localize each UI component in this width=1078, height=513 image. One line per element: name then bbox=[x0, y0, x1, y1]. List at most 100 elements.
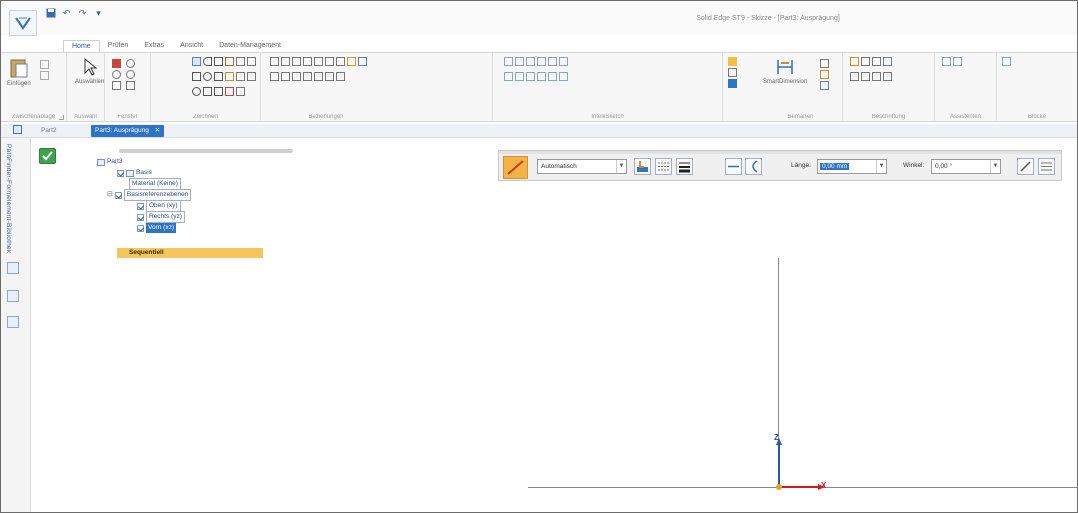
intellisketch-5-icon[interactable] bbox=[548, 57, 557, 66]
cut-icon[interactable] bbox=[40, 60, 49, 69]
intellisketch-12-icon[interactable] bbox=[559, 72, 568, 81]
parallel-icon[interactable] bbox=[303, 57, 312, 66]
construction-icon[interactable] bbox=[214, 87, 223, 96]
zoom-icon[interactable] bbox=[112, 70, 121, 79]
coordinate-icon[interactable] bbox=[820, 81, 829, 90]
app-logo-icon[interactable] bbox=[9, 10, 37, 36]
extend-icon[interactable] bbox=[236, 72, 245, 81]
fit-icon[interactable] bbox=[112, 81, 121, 90]
intellisketch-11-icon[interactable] bbox=[548, 72, 557, 81]
relate-row-1 bbox=[269, 56, 368, 67]
assistant-2-icon[interactable] bbox=[953, 57, 962, 66]
snap-icon[interactable] bbox=[728, 79, 737, 88]
offset-icon[interactable] bbox=[236, 57, 245, 66]
sketch-view-icon[interactable] bbox=[126, 81, 135, 90]
relation-handles-icon[interactable] bbox=[303, 72, 312, 81]
draw-row-1 bbox=[191, 56, 257, 67]
intellisketch-1-icon[interactable] bbox=[504, 57, 513, 66]
select-label: Auswählen bbox=[75, 79, 105, 85]
intellisketch-10-icon[interactable] bbox=[537, 72, 546, 81]
window-title: Solid Edge ST9 - Skizze - [Part3: Ausprä… bbox=[696, 15, 840, 22]
doc-tab-part2[interactable]: Part2 bbox=[37, 125, 61, 137]
relate-more-icon[interactable] bbox=[336, 72, 345, 81]
paste-icon bbox=[10, 59, 28, 78]
rigid-icon[interactable] bbox=[281, 72, 290, 81]
smart-dimension-button[interactable]: SmartDimension bbox=[763, 57, 807, 85]
text-icon[interactable] bbox=[872, 57, 881, 66]
connect-icon[interactable] bbox=[270, 57, 279, 66]
intellisketch-row-2 bbox=[503, 71, 569, 82]
intellisketch-7-icon[interactable] bbox=[504, 72, 513, 81]
filter-icon[interactable] bbox=[728, 68, 737, 77]
block-icon[interactable] bbox=[1002, 57, 1011, 66]
select-button[interactable]: Auswählen bbox=[75, 57, 104, 85]
pan-icon[interactable] bbox=[112, 59, 121, 68]
intellisketch-6-icon[interactable] bbox=[559, 57, 568, 66]
balloon-icon[interactable] bbox=[861, 57, 870, 66]
project-icon[interactable] bbox=[247, 57, 256, 66]
perpendicular-icon[interactable] bbox=[325, 57, 334, 66]
paste-button[interactable]: Einfügen bbox=[7, 57, 31, 87]
intellisketch-options bbox=[727, 56, 738, 89]
equal-icon[interactable] bbox=[270, 72, 279, 81]
split-icon[interactable] bbox=[247, 72, 256, 81]
draw-row-2 bbox=[191, 71, 257, 82]
view-tools bbox=[111, 58, 122, 91]
intellisketch-4-icon[interactable] bbox=[537, 57, 546, 66]
group-intellisketch: IntelliSketch bbox=[493, 53, 737, 122]
circle-icon[interactable] bbox=[203, 72, 212, 81]
copy-icon[interactable] bbox=[40, 71, 49, 80]
point-icon[interactable] bbox=[203, 87, 212, 96]
polygon-icon[interactable] bbox=[214, 72, 223, 81]
weld-icon[interactable] bbox=[861, 72, 870, 81]
document-tab-bar: Part2 Part3: Ausprägung ✕ bbox=[1, 124, 1077, 138]
lock-icon[interactable] bbox=[347, 57, 356, 66]
group-clipboard: Einfügen Zwischenablage bbox=[1, 53, 67, 122]
rotate-icon[interactable] bbox=[126, 59, 135, 68]
graphics-window[interactable]: Z X bbox=[31, 138, 1077, 512]
intellisketch-3-icon[interactable] bbox=[526, 57, 535, 66]
ellipse-icon[interactable] bbox=[192, 87, 201, 96]
curve-icon[interactable] bbox=[214, 57, 223, 66]
close-icon[interactable]: ✕ bbox=[155, 127, 160, 134]
intellisketch-9-icon[interactable] bbox=[526, 72, 535, 81]
solid-edge-window: ↶ ↷ ▾ Solid Edge ST9 - Skizze - [Part3: … bbox=[0, 0, 1078, 513]
collinear-icon[interactable] bbox=[336, 57, 345, 66]
fillet-icon[interactable] bbox=[225, 57, 234, 66]
mirror-icon[interactable] bbox=[236, 87, 245, 96]
angle-dim-icon[interactable] bbox=[820, 70, 829, 79]
tangent-icon[interactable] bbox=[314, 57, 323, 66]
library-icon[interactable] bbox=[7, 290, 19, 302]
bulb-icon[interactable] bbox=[728, 57, 737, 66]
intellisketch-8-icon[interactable] bbox=[515, 72, 524, 81]
assistant-1-icon[interactable] bbox=[942, 57, 951, 66]
surface-texture-icon[interactable] bbox=[850, 72, 859, 81]
move-icon[interactable] bbox=[225, 87, 234, 96]
maintain-icon[interactable] bbox=[314, 72, 323, 81]
family-icon[interactable] bbox=[7, 316, 19, 328]
group-dimension: SmartDimension Bemaßen bbox=[759, 53, 843, 122]
symmetric-icon[interactable] bbox=[358, 57, 367, 66]
arc-icon[interactable] bbox=[203, 57, 212, 66]
intellisketch-2-icon[interactable] bbox=[515, 57, 524, 66]
relate-extra-icon[interactable] bbox=[325, 72, 334, 81]
concentric-icon[interactable] bbox=[281, 57, 290, 66]
rail-vertical-label[interactable]: PathFinder-Formelement-Bibliothek bbox=[5, 144, 12, 253]
part-doc-icon[interactable] bbox=[9, 125, 22, 137]
line-icon[interactable] bbox=[192, 57, 201, 66]
datum-icon[interactable] bbox=[872, 72, 881, 81]
smart-dimension-label: SmartDimension bbox=[763, 79, 808, 85]
rectangle-icon[interactable] bbox=[192, 72, 201, 81]
layers-icon[interactable] bbox=[7, 262, 19, 274]
group-label-annotation: Beschriftung bbox=[871, 114, 906, 120]
distance-icon[interactable] bbox=[820, 59, 829, 68]
midpoint-icon[interactable] bbox=[292, 72, 301, 81]
clipboard-launcher-icon[interactable] bbox=[59, 115, 64, 120]
callout-icon[interactable] bbox=[850, 57, 859, 66]
fcf-icon[interactable] bbox=[883, 72, 892, 81]
horizontal-icon[interactable] bbox=[292, 57, 301, 66]
circle-view-icon[interactable] bbox=[126, 70, 135, 79]
leader-icon[interactable] bbox=[883, 57, 892, 66]
trim-icon[interactable] bbox=[225, 72, 234, 81]
doc-tab-part3[interactable]: Part3: Ausprägung ✕ bbox=[91, 125, 165, 137]
